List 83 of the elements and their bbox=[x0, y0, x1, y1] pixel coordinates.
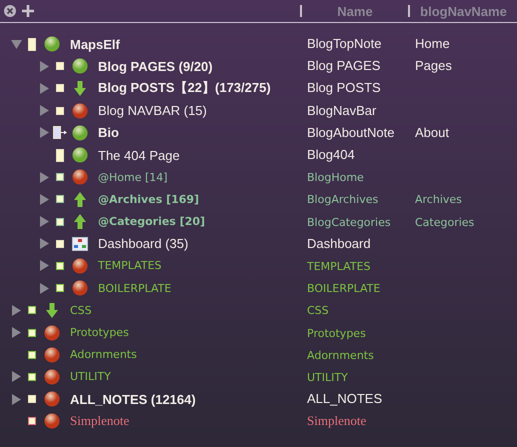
note-icon bbox=[28, 328, 36, 337]
note-title[interactable]: CSS bbox=[70, 304, 92, 317]
note-icon bbox=[28, 417, 36, 426]
disclosure-triangle-icon[interactable] bbox=[38, 172, 50, 183]
note-title[interactable]: UTILITY bbox=[70, 370, 111, 384]
disclosure-triangle-icon[interactable] bbox=[10, 371, 22, 382]
note-title[interactable]: ALL_NOTES (12164) bbox=[70, 392, 196, 407]
note-title[interactable]: Bio bbox=[98, 125, 119, 140]
name-cell: BOILERPLATE bbox=[307, 282, 380, 296]
disclosure-triangle-icon[interactable] bbox=[38, 82, 50, 94]
name-cell: Blog404 bbox=[307, 147, 355, 162]
note-title[interactable]: TEMPLATES bbox=[98, 259, 162, 272]
note-title[interactable]: @Archives [169] bbox=[98, 192, 200, 206]
nav-name-cell: Categories bbox=[415, 216, 474, 229]
name-cell: BlogTopNote bbox=[307, 36, 382, 52]
note-title[interactable]: @Categories [20] bbox=[98, 215, 206, 228]
note-icon bbox=[28, 306, 36, 314]
disclosure-triangle-icon[interactable] bbox=[10, 304, 22, 316]
disclosure-triangle-icon[interactable] bbox=[38, 127, 50, 138]
add-icon[interactable] bbox=[22, 5, 34, 17]
note-title[interactable]: Simplenote bbox=[70, 413, 130, 430]
name-cell: CSS bbox=[307, 304, 329, 318]
note-title[interactable]: Prototypes bbox=[70, 326, 129, 340]
note-icon bbox=[56, 84, 64, 92]
up-arrow-icon bbox=[74, 214, 86, 230]
note-icon bbox=[56, 240, 64, 248]
down-arrow-icon bbox=[74, 80, 86, 96]
disclosure-triangle-icon[interactable] bbox=[10, 38, 22, 50]
column-header[interactable]: Name bbox=[337, 4, 373, 18]
name-cell: BlogAboutNote bbox=[307, 124, 394, 140]
disclosure-triangle-icon[interactable] bbox=[10, 327, 22, 338]
note-title[interactable]: Adornments bbox=[70, 348, 137, 362]
disclosure-triangle-icon[interactable] bbox=[38, 260, 50, 272]
name-cell: BlogHome bbox=[307, 171, 364, 184]
disclosure-triangle-icon[interactable] bbox=[38, 238, 50, 250]
nav-name-cell: Pages bbox=[415, 58, 452, 74]
nav-name-cell: Archives bbox=[415, 193, 462, 206]
diagram-icon bbox=[72, 236, 88, 251]
column-header[interactable]: blogNavName bbox=[420, 4, 507, 18]
up-arrow-icon bbox=[74, 192, 86, 207]
name-cell: TEMPLATES bbox=[307, 260, 370, 273]
note-icon bbox=[56, 218, 64, 226]
disclosure-triangle-icon[interactable] bbox=[38, 194, 50, 205]
disclosure-triangle-icon[interactable] bbox=[10, 394, 22, 405]
note-title[interactable]: @Home [14] bbox=[98, 170, 168, 184]
name-cell: Dashboard bbox=[307, 236, 371, 251]
note-icon bbox=[28, 395, 36, 404]
name-cell: ALL_NOTES bbox=[307, 391, 382, 406]
close-icon[interactable] bbox=[4, 5, 16, 17]
name-cell: Simplenote bbox=[307, 413, 366, 428]
note-icon bbox=[56, 148, 64, 162]
note-title[interactable]: Blog NAVBAR (15) bbox=[98, 103, 207, 118]
nav-name-cell: About bbox=[415, 124, 449, 140]
name-cell: UTILITY bbox=[307, 370, 348, 384]
note-title[interactable]: BOILERPLATE bbox=[98, 282, 172, 295]
note-title[interactable]: Dashboard (35) bbox=[98, 236, 188, 252]
nav-name-cell: Home bbox=[415, 36, 450, 52]
name-cell: BlogArchives bbox=[307, 193, 378, 206]
note-title[interactable]: Blog PAGES (9/20) bbox=[98, 58, 213, 74]
note-icon bbox=[28, 350, 36, 359]
note-icon bbox=[56, 173, 64, 182]
note-icon bbox=[56, 106, 64, 115]
name-cell: Blog PAGES bbox=[307, 58, 380, 74]
name-cell: Adornments bbox=[307, 348, 374, 362]
note-link-icon bbox=[52, 126, 68, 140]
note-icon bbox=[56, 195, 64, 204]
note-icon bbox=[28, 38, 36, 51]
note-icon bbox=[56, 262, 64, 270]
name-cell: Prototypes bbox=[307, 326, 366, 340]
note-icon bbox=[56, 284, 64, 292]
down-arrow-icon bbox=[46, 302, 58, 318]
note-title[interactable]: The 404 Page bbox=[98, 148, 180, 163]
note-icon bbox=[56, 62, 64, 70]
note-title[interactable]: Blog POSTS【22】(173/275) bbox=[98, 79, 271, 98]
name-cell: BlogCategories bbox=[307, 216, 391, 229]
disclosure-triangle-icon[interactable] bbox=[38, 60, 50, 72]
name-cell: Blog POSTS bbox=[307, 80, 381, 96]
disclosure-triangle-icon[interactable] bbox=[38, 282, 50, 294]
note-icon bbox=[28, 372, 36, 381]
disclosure-triangle-icon[interactable] bbox=[38, 105, 50, 116]
name-cell: BlogNavBar bbox=[307, 102, 376, 118]
disclosure-triangle-icon[interactable] bbox=[38, 216, 50, 228]
note-title[interactable]: MapsElf bbox=[70, 36, 120, 52]
